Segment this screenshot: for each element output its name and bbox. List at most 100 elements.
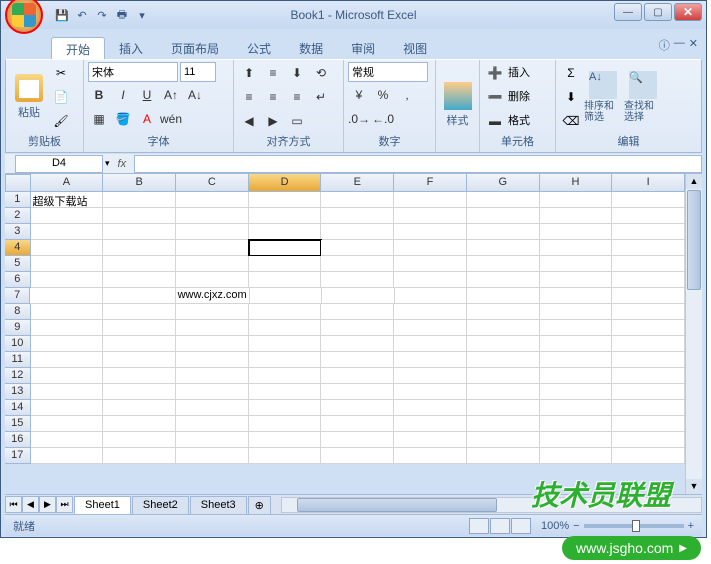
underline-button[interactable]: U: [136, 84, 158, 106]
cell[interactable]: [321, 256, 394, 272]
cell[interactable]: [467, 368, 540, 384]
cell[interactable]: [540, 416, 613, 432]
cell[interactable]: [176, 192, 249, 208]
cell[interactable]: [176, 384, 249, 400]
cell[interactable]: [31, 240, 104, 256]
cell[interactable]: [176, 368, 249, 384]
cell[interactable]: [467, 400, 540, 416]
cell[interactable]: [249, 256, 322, 272]
row-header[interactable]: 7: [5, 288, 30, 304]
cell[interactable]: [103, 304, 176, 320]
row-header[interactable]: 15: [5, 416, 31, 432]
cell[interactable]: [394, 192, 467, 208]
decrease-indent-icon[interactable]: ◀: [238, 110, 260, 132]
insert-cells-icon[interactable]: ➕: [484, 62, 506, 84]
cell[interactable]: [249, 208, 322, 224]
column-header[interactable]: I: [612, 174, 685, 192]
cell[interactable]: [103, 416, 176, 432]
cell[interactable]: [612, 448, 685, 464]
cell[interactable]: [540, 240, 613, 256]
cell[interactable]: [540, 304, 613, 320]
tab-view[interactable]: 视图: [389, 37, 441, 59]
cell[interactable]: [467, 384, 540, 400]
cell[interactable]: [176, 240, 249, 256]
cell[interactable]: [249, 416, 322, 432]
cell[interactable]: [612, 256, 685, 272]
tab-formulas[interactable]: 公式: [233, 37, 285, 59]
cell[interactable]: [612, 208, 685, 224]
column-header[interactable]: A: [31, 174, 104, 192]
tab-pagelayout[interactable]: 页面布局: [157, 37, 233, 59]
cell[interactable]: [394, 304, 467, 320]
row-header[interactable]: 5: [5, 256, 31, 272]
cell[interactable]: [394, 432, 467, 448]
cell[interactable]: [612, 416, 685, 432]
increase-indent-icon[interactable]: ▶: [262, 110, 284, 132]
cell[interactable]: [394, 256, 467, 272]
cell[interactable]: [321, 416, 394, 432]
column-header[interactable]: D: [249, 174, 322, 192]
help-icon[interactable]: ⓘ: [659, 37, 670, 53]
cell[interactable]: [612, 320, 685, 336]
cell[interactable]: [31, 256, 104, 272]
cell[interactable]: [321, 336, 394, 352]
cell[interactable]: [612, 288, 685, 304]
page-layout-view-icon[interactable]: [490, 518, 510, 534]
cell[interactable]: [394, 320, 467, 336]
cell[interactable]: [395, 288, 468, 304]
row-header[interactable]: 8: [5, 304, 31, 320]
row-header[interactable]: 2: [5, 208, 31, 224]
scroll-up-icon[interactable]: ▲: [686, 174, 702, 189]
cell[interactable]: [612, 400, 685, 416]
vscroll-thumb[interactable]: [687, 190, 701, 290]
delete-cells-icon[interactable]: ➖: [484, 86, 506, 108]
row-header[interactable]: 9: [5, 320, 31, 336]
cell[interactable]: [321, 352, 394, 368]
cell[interactable]: [176, 304, 249, 320]
redo-icon[interactable]: ↷: [93, 6, 111, 24]
paste-button[interactable]: 粘贴: [10, 62, 48, 132]
cell[interactable]: [467, 272, 540, 288]
cell[interactable]: [249, 304, 322, 320]
cell[interactable]: [103, 192, 176, 208]
cell[interactable]: [540, 352, 613, 368]
cell[interactable]: [540, 320, 613, 336]
cell[interactable]: [321, 448, 394, 464]
cell[interactable]: [30, 288, 103, 304]
cut-icon[interactable]: ✂: [50, 62, 72, 84]
row-header[interactable]: 1: [5, 192, 31, 208]
ribbon-close-icon[interactable]: ✕: [689, 37, 698, 53]
cell[interactable]: [103, 256, 176, 272]
cell[interactable]: [321, 400, 394, 416]
cell[interactable]: [394, 416, 467, 432]
cell[interactable]: [394, 352, 467, 368]
row-header[interactable]: 13: [5, 384, 31, 400]
cell[interactable]: [176, 336, 249, 352]
cell[interactable]: [176, 352, 249, 368]
cell[interactable]: [176, 400, 249, 416]
row-header[interactable]: 17: [5, 448, 31, 464]
cell[interactable]: [321, 304, 394, 320]
row-header[interactable]: 16: [5, 432, 31, 448]
cell[interactable]: [103, 224, 176, 240]
cell[interactable]: [612, 224, 685, 240]
cell[interactable]: [540, 288, 613, 304]
cell[interactable]: [467, 192, 540, 208]
merge-cells-icon[interactable]: ▭: [286, 110, 308, 132]
bold-button[interactable]: B: [88, 84, 110, 106]
cell[interactable]: [612, 352, 685, 368]
cell[interactable]: [394, 384, 467, 400]
cell[interactable]: [103, 384, 176, 400]
row-header[interactable]: 3: [5, 224, 31, 240]
cell[interactable]: [103, 240, 176, 256]
wrap-text-icon[interactable]: ↵: [310, 86, 332, 108]
cell[interactable]: [394, 224, 467, 240]
cell[interactable]: [176, 224, 249, 240]
column-header[interactable]: G: [467, 174, 540, 192]
cell[interactable]: [540, 384, 613, 400]
name-box[interactable]: D4: [15, 155, 103, 173]
column-header[interactable]: F: [394, 174, 467, 192]
maximize-button[interactable]: ▢: [644, 3, 672, 21]
next-sheet-icon[interactable]: ▶: [39, 496, 56, 513]
cell[interactable]: [540, 256, 613, 272]
